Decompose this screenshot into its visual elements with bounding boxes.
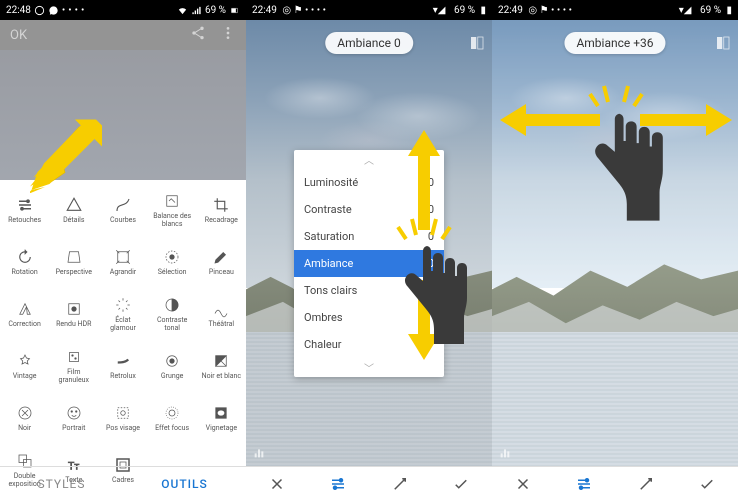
tool-retouches[interactable]: Retouches — [0, 184, 49, 236]
tool-agrandir[interactable]: Agrandir — [98, 236, 147, 288]
histogram-icon[interactable] — [252, 444, 268, 460]
apply-button[interactable] — [431, 475, 493, 493]
photo-canvas[interactable] — [492, 20, 738, 466]
chevron-up-icon: ︿ — [294, 150, 444, 169]
status-time: 22:49 — [252, 5, 277, 16]
status-time: 22:49 — [498, 5, 523, 16]
notif-icon: • — [81, 5, 84, 16]
tool-contraste-tonal[interactable]: Contraste tonal — [148, 288, 197, 340]
battery-pct: 69 % — [205, 5, 226, 16]
battery-pct: 69 % — [454, 5, 475, 16]
tool-portrait[interactable]: Portrait — [49, 392, 98, 444]
tool-grid: Retouches Détails Courbes Balance des bl… — [0, 180, 246, 496]
tool-courbes[interactable]: Courbes — [98, 184, 147, 236]
tool-posvisage[interactable]: Pos visage — [98, 392, 147, 444]
tool-vignetage[interactable]: Vignetage — [197, 392, 246, 444]
editor-topbar: OK — [0, 20, 246, 50]
chevron-down-icon: ﹀ — [294, 358, 444, 377]
ok-button[interactable]: OK — [10, 28, 27, 43]
tool-rotation[interactable]: Rotation — [0, 236, 49, 288]
screen-adjust-value: 22:49 ◎ ⚑ • • • • ▾◢ 69 % ▮ Ambiance +36 — [492, 0, 738, 500]
whatsapp-icon — [34, 5, 45, 16]
adjustments-panel: ︿ Luminosité0 Contraste0 Saturation0 Amb… — [294, 150, 444, 377]
cancel-button[interactable] — [492, 475, 554, 493]
compare-icon[interactable] — [468, 34, 486, 52]
tool-vintage[interactable]: Vintage — [0, 340, 49, 392]
adjust-button[interactable] — [308, 475, 370, 493]
cancel-button[interactable] — [246, 475, 308, 493]
adj-ambiance[interactable]: Ambiance0 — [294, 250, 444, 277]
tool-eclat[interactable]: Éclat glamour — [98, 288, 147, 340]
notif-icon: • — [62, 5, 65, 16]
apply-button[interactable] — [677, 475, 738, 493]
wifi-icon — [177, 5, 188, 16]
histogram-icon[interactable] — [498, 444, 514, 460]
value-chip: Ambiance 0 — [325, 32, 413, 54]
statusbar: 22:49 ◎ ⚑ • • • • ▾◢ 69 % ▮ — [246, 0, 492, 20]
tool-recadrage[interactable]: Recadrage — [197, 184, 246, 236]
messenger-icon — [48, 5, 59, 16]
tab-outils[interactable]: OUTILS — [123, 467, 246, 500]
share-icon[interactable] — [190, 25, 206, 45]
wand-button[interactable] — [615, 475, 677, 493]
tool-balance-blancs[interactable]: Balance des blancs — [148, 184, 197, 236]
editor-bottom-bar — [492, 466, 738, 500]
status-time: 22:48 — [6, 5, 31, 16]
adjust-button[interactable] — [554, 475, 616, 493]
editor-bottom-bar — [246, 466, 492, 500]
tool-pinceau[interactable]: Pinceau — [197, 236, 246, 288]
menu-icon[interactable] — [220, 25, 236, 45]
tool-theatral[interactable]: Théâtral — [197, 288, 246, 340]
compare-icon[interactable] — [714, 34, 732, 52]
tool-film[interactable]: Film granuleux — [49, 340, 98, 392]
value-chip: Ambiance +36 — [564, 32, 665, 54]
tool-nb[interactable]: Noir et blanc — [197, 340, 246, 392]
wand-button[interactable] — [369, 475, 431, 493]
bottom-tabs: STYLES OUTILS — [0, 466, 246, 500]
battery-pct: 69 % — [700, 5, 721, 16]
tool-retrolux[interactable]: Retrolux — [98, 340, 147, 392]
tool-correction[interactable]: Correction — [0, 288, 49, 340]
adj-tons-clairs[interactable]: Tons clairs — [294, 277, 444, 304]
tab-styles[interactable]: STYLES — [0, 467, 123, 500]
tool-grunge[interactable]: Grunge — [148, 340, 197, 392]
notif-icon: • — [68, 5, 71, 16]
tool-details[interactable]: Détails — [49, 184, 98, 236]
statusbar: 22:49 ◎ ⚑ • • • • ▾◢ 69 % ▮ — [492, 0, 738, 20]
adj-ombres[interactable]: Ombres — [294, 304, 444, 331]
battery-icon — [229, 5, 240, 16]
tool-perspective[interactable]: Perspective — [49, 236, 98, 288]
tool-noir[interactable]: Noir — [0, 392, 49, 444]
adj-luminosite[interactable]: Luminosité0 — [294, 169, 444, 196]
adj-chaleur[interactable]: Chaleur — [294, 331, 444, 358]
notif-icon: • — [75, 5, 78, 16]
screen-adjust-select: 22:49 ◎ ⚑ • • • • ▾◢ 69 % ▮ Ambiance 0 ︿… — [246, 0, 492, 500]
adj-saturation[interactable]: Saturation0 — [294, 223, 444, 250]
adj-contraste[interactable]: Contraste0 — [294, 196, 444, 223]
tool-effet-focus[interactable]: Effet focus — [148, 392, 197, 444]
screen-tools: 22:48 • • • • 69 % OK Retouches Détails … — [0, 0, 246, 500]
tool-hdr[interactable]: Rendu HDR — [49, 288, 98, 340]
statusbar: 22:48 • • • • 69 % — [0, 0, 246, 20]
signal-icon — [191, 5, 202, 16]
tool-selection[interactable]: Sélection — [148, 236, 197, 288]
dimmed-photo — [0, 50, 246, 180]
